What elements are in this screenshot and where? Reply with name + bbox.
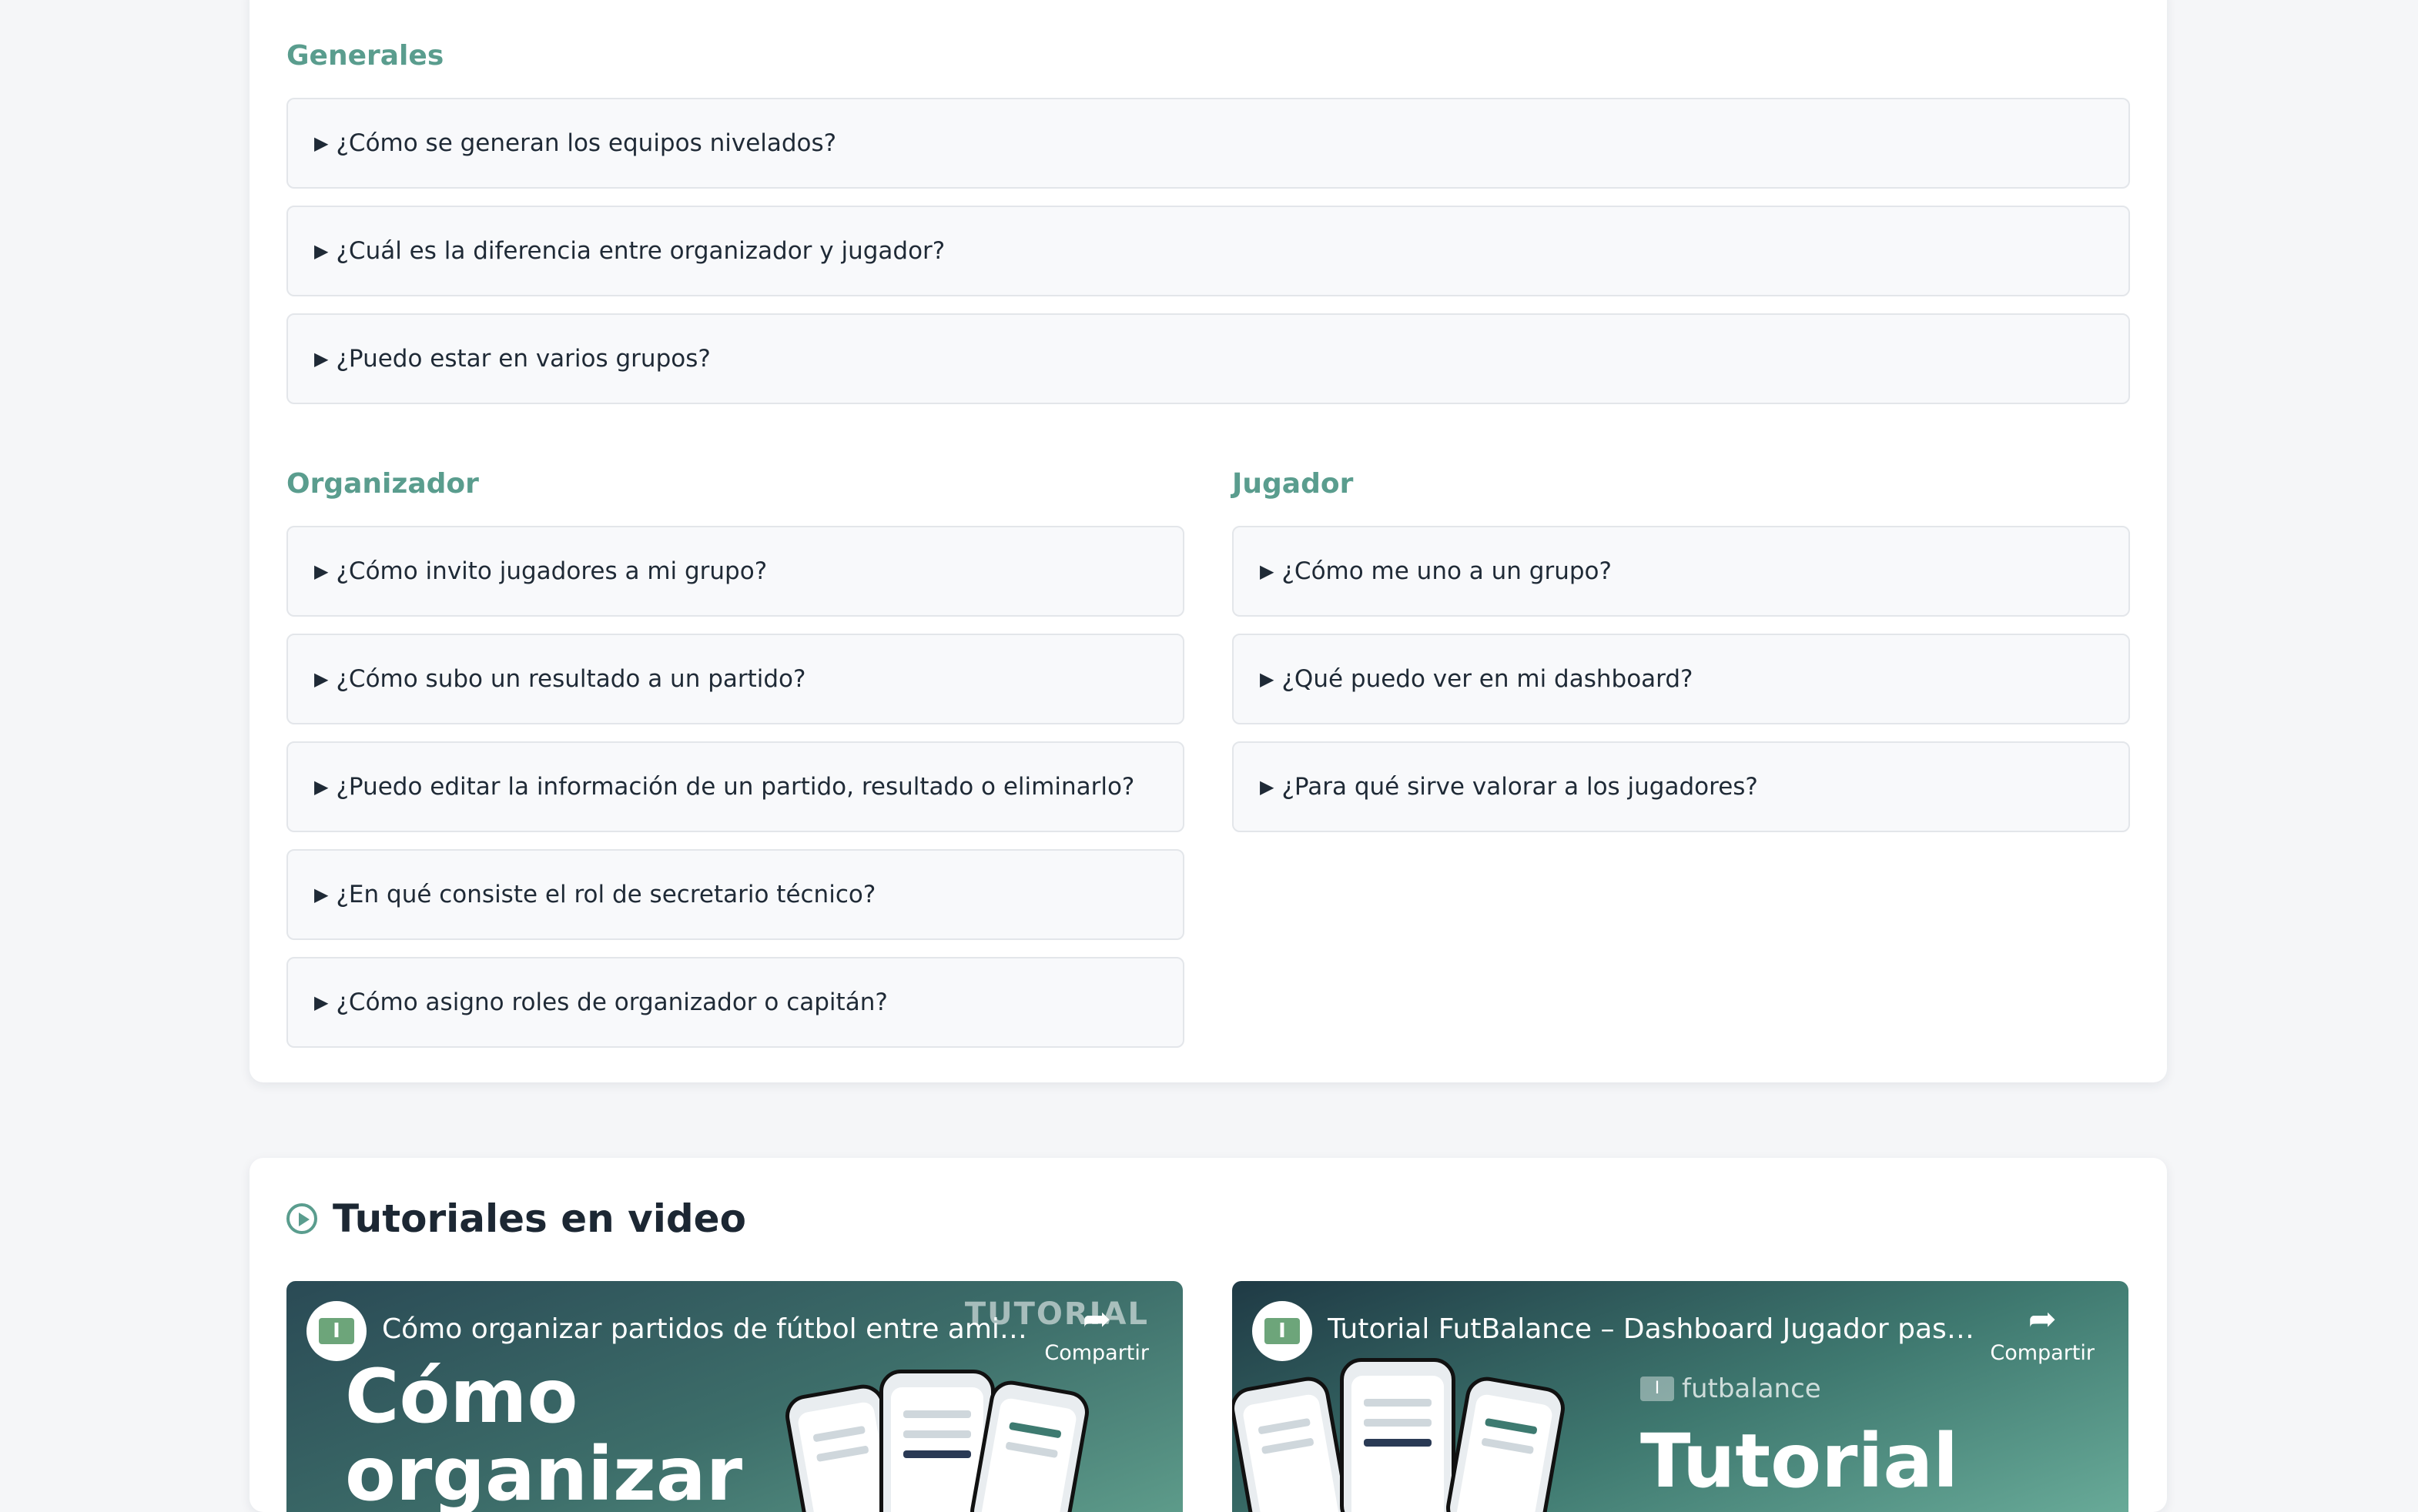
faq-question: ¿Puedo estar en varios grupos? [336,345,711,373]
faq-item-equipos-nivelados[interactable]: ▶ ¿Cómo se generan los equipos nivelados… [286,98,2130,189]
expand-triangle-icon: ▶ [314,132,329,154]
phone-mockup [1340,1358,1455,1512]
channel-logo[interactable]: I [1252,1301,1312,1361]
faq-question: ¿En qué consiste el rol de secretario té… [336,881,876,908]
video-title[interactable]: Cómo organizar partidos de fútbol entre … [382,1313,1044,1345]
faq-item-asignar-roles[interactable]: ▶ ¿Cómo asigno roles de organizador o ca… [286,957,1184,1048]
video-section-title: Tutoriales en video [333,1196,746,1241]
futbalance-logo-icon: I [319,1318,354,1344]
channel-logo[interactable]: I [306,1301,367,1361]
faq-question: ¿Puedo editar la información de un parti… [336,773,1135,801]
faq-item-dashboard[interactable]: ▶ ¿Qué puedo ver en mi dashboard? [1232,634,2130,724]
faq-question: ¿Cómo invito jugadores a mi grupo? [336,557,768,585]
expand-triangle-icon: ▶ [1260,668,1274,690]
expand-triangle-icon: ▶ [314,776,329,798]
phone-mockup [1232,1373,1353,1512]
expand-triangle-icon: ▶ [314,668,329,690]
faq-question: ¿Cómo subo un resultado a un partido? [336,665,806,693]
section-title-organizador: Organizador [286,468,479,500]
brand-name: futbalance [1682,1373,1821,1404]
faq-question: ¿Qué puedo ver en mi dashboard? [1281,665,1693,693]
futbalance-logo-icon: I [1640,1377,1674,1401]
share-icon: ➦ [2028,1300,2057,1339]
faq-card: Generales ▶ ¿Cómo se generan los equipos… [250,0,2167,1082]
share-button[interactable]: ➦ Compartir [1990,1300,2095,1366]
expand-triangle-icon: ▶ [314,348,329,370]
phone-mockup [1442,1373,1569,1512]
share-label: Compartir [1044,1341,1149,1365]
expand-triangle-icon: ▶ [1260,776,1274,798]
faq-item-secretario-tecnico[interactable]: ▶ ¿En qué consiste el rol de secretario … [286,849,1184,940]
share-button[interactable]: ➦ Compartir [1044,1300,1149,1366]
faq-item-valorar-jugadores[interactable]: ▶ ¿Para qué sirve valorar a los jugadore… [1232,741,2130,832]
faq-question: ¿Cómo me uno a un grupo? [1281,557,1612,585]
video-title[interactable]: Tutorial FutBalance – Dashboard Jugador … [1328,1313,1990,1345]
faq-question: ¿Cómo asigno roles de organizador o capi… [336,988,888,1016]
faq-question: ¿Para qué sirve valorar a los jugadores? [1281,773,1758,801]
share-label: Compartir [1990,1341,2095,1365]
faq-item-editar-partido[interactable]: ▶ ¿Puedo editar la información de un par… [286,741,1184,832]
share-icon: ➦ [1082,1300,1111,1339]
expand-triangle-icon: ▶ [314,992,329,1013]
brand-mark: I futbalance [1640,1373,1821,1404]
section-title-jugador: Jugador [1232,468,1354,500]
section-title-generales: Generales [286,40,444,72]
expand-triangle-icon: ▶ [314,240,329,262]
faq-item-invitar-jugadores[interactable]: ▶ ¿Cómo invito jugadores a mi grupo? [286,526,1184,617]
video-player-dashboard-jugador[interactable]: I futbalance Tutorial I Tutorial FutBala… [1232,1281,2128,1512]
overlay-line: Cómo [345,1353,578,1440]
video-player-organizar[interactable]: TUTORIAL Cómo organizar I Cómo organizar… [286,1281,1183,1512]
video-tutorials-card: Tutoriales en video TUTORIAL Cómo organi… [250,1158,2167,1512]
expand-triangle-icon: ▶ [314,560,329,582]
expand-triangle-icon: ▶ [314,884,329,905]
futbalance-logo-icon: I [1264,1318,1300,1344]
video-overlay-text: Tutorial [1640,1418,1959,1504]
video-section-heading: Tutoriales en video [286,1196,746,1241]
faq-item-unirse-grupo[interactable]: ▶ ¿Cómo me uno a un grupo? [1232,526,2130,617]
play-circle-icon [286,1203,317,1234]
faq-item-varios-grupos[interactable]: ▶ ¿Puedo estar en varios grupos? [286,313,2130,404]
expand-triangle-icon: ▶ [1260,560,1274,582]
video-overlay-text: Cómo organizar [345,1358,742,1512]
faq-question: ¿Cómo se generan los equipos nivelados? [336,129,837,157]
faq-item-subir-resultado[interactable]: ▶ ¿Cómo subo un resultado a un partido? [286,634,1184,724]
faq-item-diferencia-roles[interactable]: ▶ ¿Cuál es la diferencia entre organizad… [286,206,2130,296]
overlay-line: organizar [345,1430,743,1512]
faq-question: ¿Cuál es la diferencia entre organizador… [336,237,946,265]
